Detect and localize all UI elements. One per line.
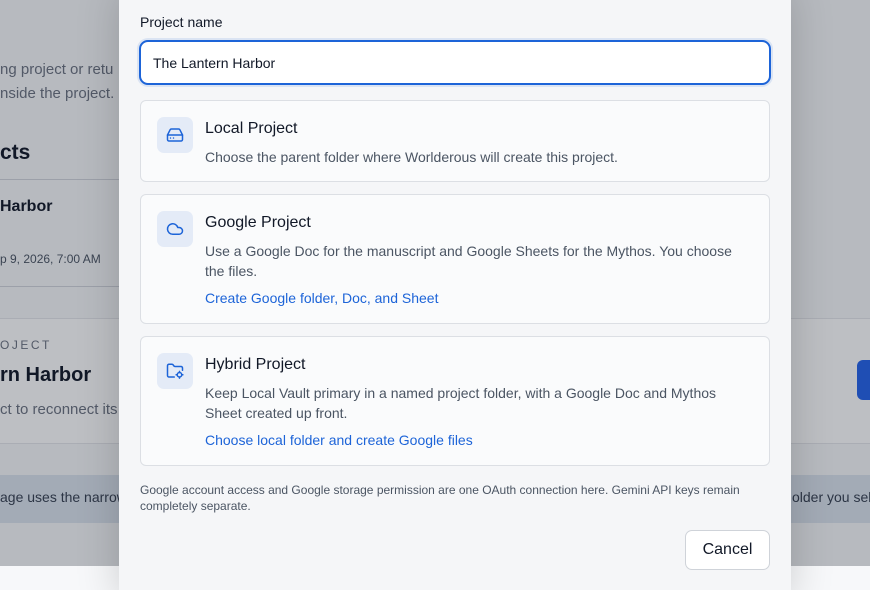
option-description: Use a Google Doc for the manuscript and … <box>205 243 732 279</box>
option-description: Keep Local Vault primary in a named proj… <box>205 385 717 421</box>
option-icon-tile <box>157 117 193 153</box>
oauth-footnote: Google account access and Google storage… <box>140 483 740 513</box>
option-title: Google Project <box>205 214 311 231</box>
choose-local-folder-link[interactable]: Choose local folder and create Google fi… <box>205 432 473 448</box>
option-title: Local Project <box>205 120 298 137</box>
cloud-icon <box>166 223 184 235</box>
option-icon-tile <box>157 211 193 247</box>
project-name-input[interactable] <box>139 40 771 85</box>
create-google-files-link[interactable]: Create Google folder, Doc, and Sheet <box>205 290 438 306</box>
option-description: Choose the parent folder where Worlderou… <box>205 149 618 165</box>
hard-drive-icon <box>166 128 184 142</box>
google-project-option[interactable]: Google Project Use a Google Doc for the … <box>140 194 770 324</box>
folder-settings-icon <box>166 363 184 379</box>
cancel-button[interactable]: Cancel <box>685 530 770 570</box>
option-title: Hybrid Project <box>205 356 306 373</box>
project-name-label: Project name <box>140 14 223 30</box>
new-project-dialog: Project name Local Project Choose the pa… <box>119 0 791 590</box>
local-project-option[interactable]: Local Project Choose the parent folder w… <box>140 100 770 182</box>
option-icon-tile <box>157 353 193 389</box>
hybrid-project-option[interactable]: Hybrid Project Keep Local Vault primary … <box>140 336 770 466</box>
